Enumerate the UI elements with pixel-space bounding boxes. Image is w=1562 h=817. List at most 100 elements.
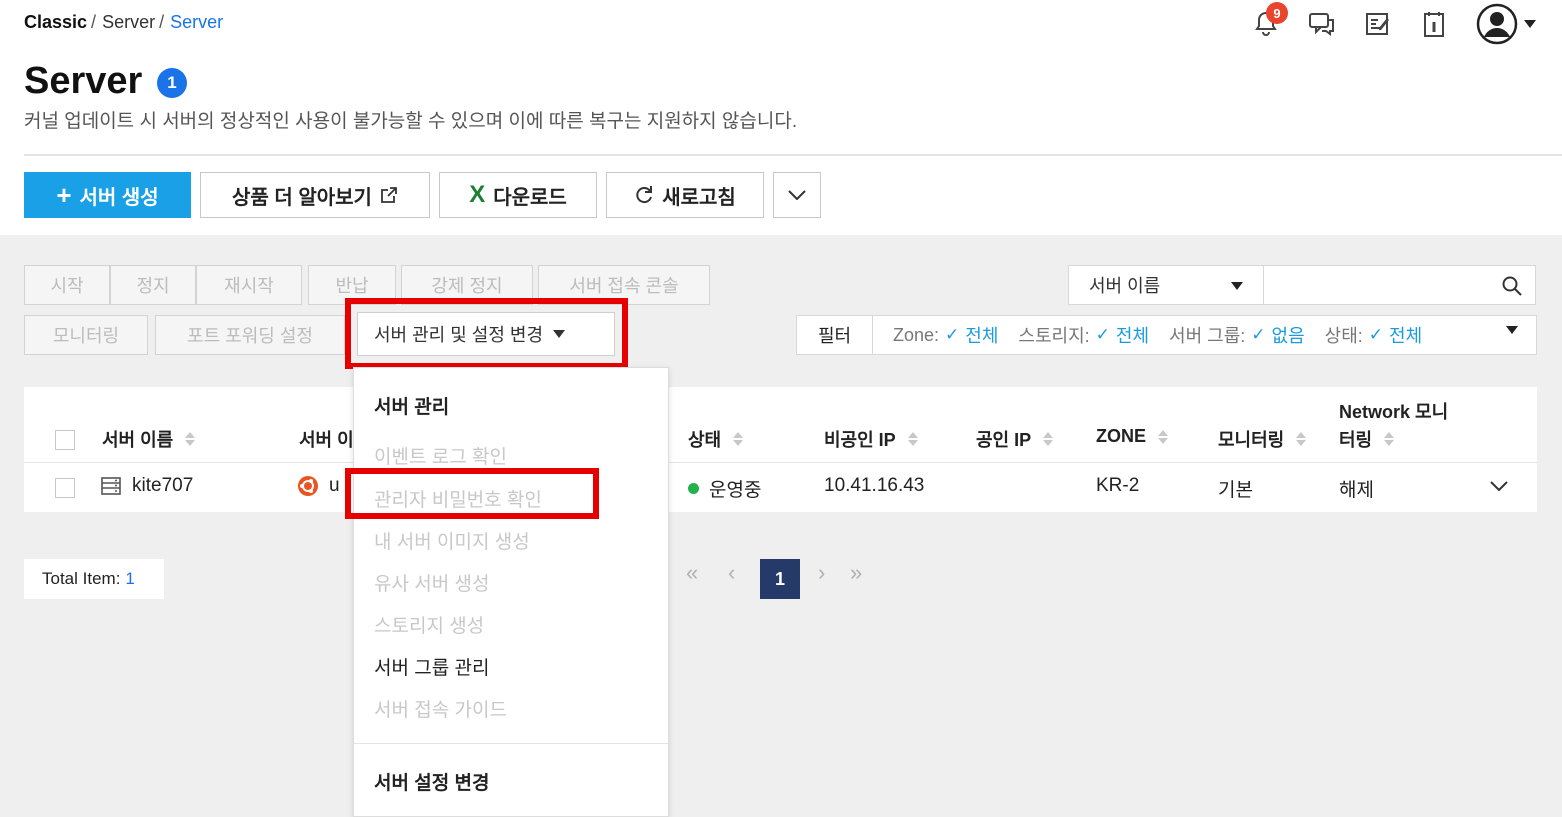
filter-group-key: 서버 그룹: [1169,326,1246,346]
refresh-icon [636,186,653,204]
menu-item-event-log[interactable]: 이벤트 로그 확인 [374,442,507,469]
info-button[interactable] [1406,2,1462,46]
column-header-network-line2[interactable]: 터링 [1339,426,1395,452]
column-header-network-label-2: 터링 [1339,430,1373,450]
memo-button[interactable] [1350,2,1406,46]
port-forwarding-button[interactable]: 포트 포워딩 설정 [155,315,345,355]
column-header-public-ip[interactable]: 공인 IP [976,426,1054,452]
search-input[interactable] [1264,265,1536,305]
caret-down-icon[interactable] [1506,326,1518,334]
highlight-box-manage [345,298,628,369]
column-header-name[interactable]: 서버 이름 [102,426,196,452]
column-header-image-label: 서버 이 [299,430,354,450]
start-button[interactable]: 시작 [24,265,110,305]
breadcrumb: Classic / Server / Server [24,12,224,32]
edit-note-icon [1366,13,1389,35]
menu-item-similar-server[interactable]: 유사 서버 생성 [374,569,489,596]
column-header-monitoring[interactable]: 모니터링 [1218,426,1307,452]
sort-icon [1384,432,1395,446]
column-header-zone[interactable]: ZONE [1096,426,1169,447]
filter-label[interactable]: 필터 [797,316,873,354]
column-header-name-label: 서버 이름 [102,430,174,450]
check-icon: ✓ [945,325,960,344]
filter-status[interactable]: 상태: ✓ 전체 [1325,322,1423,348]
column-header-network-line1[interactable]: Network 모니 [1339,398,1448,424]
menu-item-create-storage[interactable]: 스토리지 생성 [374,611,484,638]
search-field-select[interactable]: 서버 이름 [1068,265,1264,305]
table-header [24,387,1537,463]
sort-icon [907,432,918,446]
highlight-box-admin-password [345,468,599,519]
filter-storage[interactable]: 스토리지: ✓ 전체 [1018,322,1149,348]
caret-down-icon [1231,282,1243,290]
current-page[interactable]: 1 [760,559,800,599]
table-row-name[interactable]: kite707 [100,475,193,497]
column-header-private-ip[interactable]: 비공인 IP [824,426,918,452]
breadcrumb-server-parent[interactable]: Server [102,12,155,32]
menu-item-create-image[interactable]: 내 서버 이미지 생성 [374,527,530,554]
breadcrumb-current[interactable]: Server [170,12,223,32]
select-all-checkbox[interactable] [55,430,75,450]
learn-more-button[interactable]: 상품 더 알아보기 [200,172,430,218]
total-items-label: Total Item: [42,569,121,588]
first-page-icon[interactable]: « [686,560,698,586]
learn-more-label: 상품 더 알아보기 [232,186,372,209]
server-zone: KR-2 [1096,475,1140,496]
server-network-monitoring: 해제 [1339,480,1374,501]
row-checkbox[interactable] [55,478,75,498]
filter-zone[interactable]: Zone: ✓ 전체 [893,322,998,348]
download-label: 다운로드 [493,186,567,209]
server-manage-menu: 서버 관리 이벤트 로그 확인 관리자 비밀번호 확인 내 서버 이미지 생성 … [353,367,669,817]
user-menu[interactable] [1476,3,1536,45]
title-info-badge[interactable]: 1 [157,68,187,98]
search-select-value: 서버 이름 [1089,276,1161,296]
check-icon: ✓ [1368,325,1384,344]
avatar-icon [1476,3,1518,45]
menu-item-access-guide[interactable]: 서버 접속 가이드 [374,695,507,722]
search-icon[interactable] [1501,275,1523,297]
menu-item-group-manage[interactable]: 서버 그룹 관리 [374,653,489,680]
server-image: u [329,475,340,496]
chat-button[interactable] [1294,2,1350,46]
notification-badge: 9 [1266,2,1288,24]
monitoring-button[interactable]: 모니터링 [24,315,148,355]
refresh-label: 새로고침 [662,186,736,209]
filter-storage-key: 스토리지: [1018,326,1090,346]
server-name[interactable]: kite707 [132,475,193,497]
sort-icon [1158,429,1169,444]
refresh-button[interactable]: 새로고침 [606,172,764,218]
filter-status-key: 상태: [1324,326,1363,346]
total-items-value: 1 [125,569,135,588]
page-description: 커널 업데이트 시 서버의 정상적인 사용이 불가능할 수 있으며 이에 따른 … [24,111,798,132]
table-row-image: u [297,475,340,497]
download-button[interactable]: X 다운로드 [439,172,597,218]
top-header: Classic / Server / Server 9 Server 1 커널 업데이트… [0,0,1562,235]
filter-bar[interactable]: 필터 Zone: ✓ 전체 스토리지: ✓ 전체 서버 그룹: ✓ 없음 상태:… [796,315,1537,355]
check-icon: ✓ [1251,325,1266,344]
header-divider [24,154,1562,156]
more-actions-button[interactable] [773,172,821,218]
filter-group[interactable]: 서버 그룹: ✓ 없음 [1169,322,1305,348]
sort-icon [185,432,196,446]
column-header-image[interactable]: 서버 이 [299,426,354,452]
prev-page-icon[interactable]: ‹ [728,560,735,586]
excel-icon: X [469,181,486,208]
restart-button[interactable]: 재시작 [196,265,302,305]
breadcrumb-classic[interactable]: Classic [24,12,87,32]
plus-icon: + [56,180,72,210]
server-private-ip: 10.41.16.43 [824,475,925,496]
row-expand-icon[interactable] [1490,481,1508,491]
column-header-status[interactable]: 상태 [688,426,744,452]
next-page-icon[interactable]: › [818,560,825,586]
filter-group-value: 없음 [1271,326,1305,346]
create-server-button[interactable]: + 서버 생성 [24,172,191,218]
page-title: Server [24,60,143,102]
notification-button[interactable]: 9 [1238,2,1294,46]
stop-button[interactable]: 정지 [110,265,196,305]
table-row-status: 운영중 [688,475,761,502]
last-page-icon[interactable]: » [850,560,862,586]
column-header-public-ip-label: 공인 IP [976,430,1032,450]
create-server-label: 서버 생성 [79,186,159,209]
server-status: 운영중 [709,480,762,501]
column-header-private-ip-label: 비공인 IP [824,430,896,450]
